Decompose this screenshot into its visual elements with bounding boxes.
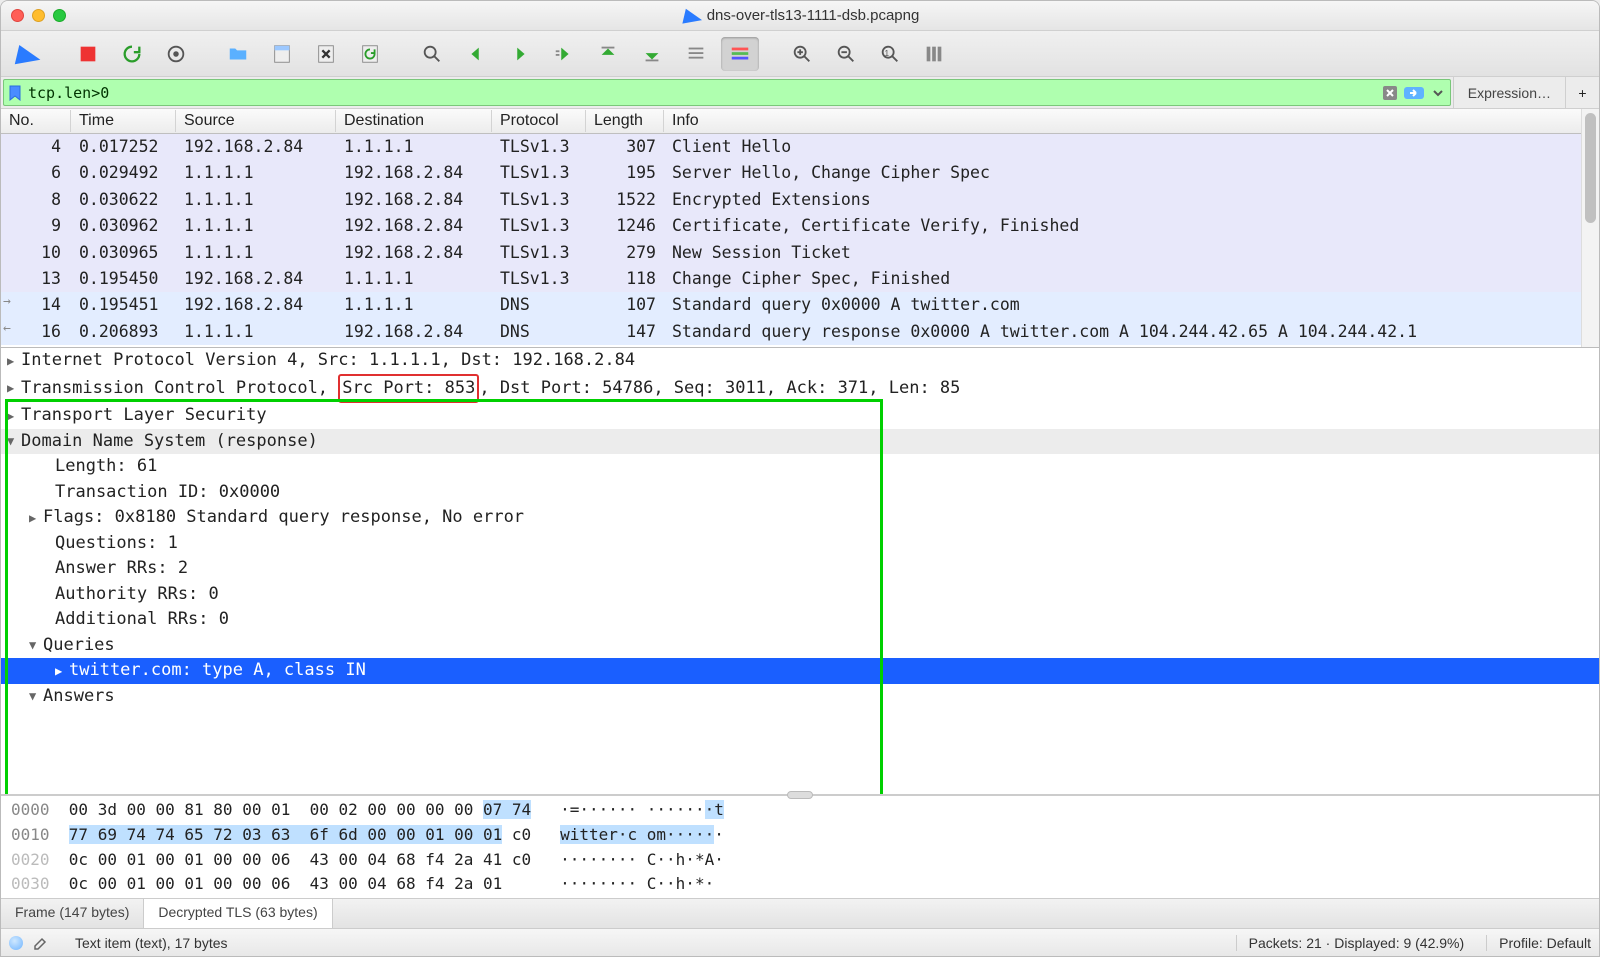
clear-filter-icon[interactable] xyxy=(1378,81,1402,105)
packet-bytes-pane[interactable]: 0000 00 3d 00 00 81 80 00 01 00 02 00 00… xyxy=(1,794,1599,898)
detail-dns-answers[interactable]: ▼Answers xyxy=(1,684,1599,710)
reload-file-icon[interactable] xyxy=(351,37,389,71)
detail-tcp[interactable]: ▶Transmission Control Protocol, Src Port… xyxy=(1,374,1599,404)
packet-list-scrollbar[interactable] xyxy=(1581,109,1599,347)
go-back-icon[interactable] xyxy=(457,37,495,71)
packet-row[interactable]: 100.0309651.1.1.1192.168.2.84TLSv1.3279N… xyxy=(1,240,1581,266)
packet-list-body[interactable]: 40.017252192.168.2.841.1.1.1TLSv1.3307Cl… xyxy=(1,134,1581,345)
hex-row[interactable]: 0010 77 69 74 74 65 72 03 63 6f 6d 00 00… xyxy=(11,823,1591,848)
detail-dns-length[interactable]: Length: 61 xyxy=(1,454,1599,480)
packet-row[interactable]: 40.017252192.168.2.841.1.1.1TLSv1.3307Cl… xyxy=(1,134,1581,160)
expression-button[interactable]: Expression… xyxy=(1453,77,1565,108)
display-filter-input[interactable] xyxy=(26,83,1378,103)
close-file-icon[interactable] xyxy=(307,37,345,71)
col-header-no[interactable]: No. xyxy=(1,110,71,132)
zoom-out-icon[interactable] xyxy=(827,37,865,71)
window-title: dns-over-tls13-1111-dsb.pcapng xyxy=(1,7,1599,24)
restart-capture-icon[interactable] xyxy=(113,37,151,71)
wireshark-fin-icon xyxy=(680,6,702,23)
go-last-packet-icon[interactable] xyxy=(633,37,671,71)
titlebar: dns-over-tls13-1111-dsb.pcapng xyxy=(1,1,1599,31)
col-header-source[interactable]: Source xyxy=(176,110,336,132)
bytes-tabs: Frame (147 bytes) Decrypted TLS (63 byte… xyxy=(1,898,1599,928)
go-first-packet-icon[interactable] xyxy=(589,37,627,71)
display-filter-field[interactable] xyxy=(3,79,1451,106)
zoom-in-icon[interactable] xyxy=(783,37,821,71)
detail-dns-questions[interactable]: Questions: 1 xyxy=(1,531,1599,557)
detail-tls[interactable]: ▶Transport Layer Security xyxy=(1,403,1599,429)
colorize-icon[interactable] xyxy=(721,37,759,71)
packet-row[interactable]: 130.195450192.168.2.841.1.1.1TLSv1.3118C… xyxy=(1,266,1581,292)
detail-dns-query-item[interactable]: ▶twitter.com: type A, class IN xyxy=(1,658,1599,684)
title-text: dns-over-tls13-1111-dsb.pcapng xyxy=(707,7,920,24)
col-header-length[interactable]: Length xyxy=(586,110,664,132)
packet-row[interactable]: 60.0294921.1.1.1192.168.2.84TLSv1.3195Se… xyxy=(1,160,1581,186)
status-selected-item: Text item (text), 17 bytes xyxy=(59,935,1226,951)
col-header-info[interactable]: Info xyxy=(664,110,1581,132)
open-file-icon[interactable] xyxy=(219,37,257,71)
detail-dns-answer-rrs[interactable]: Answer RRs: 2 xyxy=(1,556,1599,582)
auto-scroll-icon[interactable] xyxy=(677,37,715,71)
detail-dns-authority-rrs[interactable]: Authority RRs: 0 xyxy=(1,582,1599,608)
packet-row[interactable]: 80.0306221.1.1.1192.168.2.84TLSv1.31522E… xyxy=(1,187,1581,213)
packet-row[interactable]: 90.0309621.1.1.1192.168.2.84TLSv1.31246C… xyxy=(1,213,1581,239)
packet-row[interactable]: →140.195451192.168.2.841.1.1.1DNS107Stan… xyxy=(1,292,1581,318)
go-to-packet-icon[interactable] xyxy=(545,37,583,71)
detail-dns-flags[interactable]: ▶Flags: 0x8180 Standard query response, … xyxy=(1,505,1599,531)
hex-row[interactable]: 0000 00 3d 00 00 81 80 00 01 00 02 00 00… xyxy=(11,798,1591,823)
tab-decrypted-tls[interactable]: Decrypted TLS (63 bytes) xyxy=(144,899,332,928)
packet-list-header[interactable]: No. Time Source Destination Protocol Len… xyxy=(1,109,1581,134)
detail-ipv4[interactable]: ▶Internet Protocol Version 4, Src: 1.1.1… xyxy=(1,348,1599,374)
detail-dns-tid[interactable]: Transaction ID: 0x0000 xyxy=(1,480,1599,506)
packet-row[interactable]: ←160.2068931.1.1.1192.168.2.84DNS147Stan… xyxy=(1,319,1581,345)
main-toolbar: 1 xyxy=(1,31,1599,77)
zoom-reset-icon[interactable]: 1 xyxy=(871,37,909,71)
display-filter-bar: Expression… + xyxy=(1,77,1599,109)
expert-info-icon[interactable] xyxy=(9,936,23,950)
pane-resize-handle[interactable] xyxy=(787,791,813,799)
col-header-time[interactable]: Time xyxy=(71,110,176,132)
src-port-highlight: Src Port: 853 xyxy=(338,374,479,404)
hex-row[interactable]: 0030 0c 00 01 00 01 00 00 06 43 00 04 68… xyxy=(11,872,1591,897)
wireshark-logo-icon[interactable] xyxy=(7,37,45,71)
capture-options-icon[interactable] xyxy=(157,37,195,71)
save-file-icon[interactable] xyxy=(263,37,301,71)
packet-details-pane[interactable]: ▶Internet Protocol Version 4, Src: 1.1.1… xyxy=(1,347,1599,794)
go-forward-icon[interactable] xyxy=(501,37,539,71)
filter-history-icon[interactable] xyxy=(1426,81,1450,105)
apply-filter-icon[interactable] xyxy=(1402,81,1426,105)
tab-frame[interactable]: Frame (147 bytes) xyxy=(1,899,144,928)
stop-capture-icon[interactable] xyxy=(69,37,107,71)
find-packet-icon[interactable] xyxy=(413,37,451,71)
col-header-protocol[interactable]: Protocol xyxy=(492,110,586,132)
edit-icon[interactable] xyxy=(33,935,49,951)
resize-columns-icon[interactable] xyxy=(915,37,953,71)
hex-row[interactable]: 0020 0c 00 01 00 01 00 00 06 43 00 04 68… xyxy=(11,848,1591,873)
detail-dns[interactable]: ▼Domain Name System (response) xyxy=(1,429,1599,455)
status-profile[interactable]: Profile: Default xyxy=(1486,935,1591,951)
wireshark-window: dns-over-tls13-1111-dsb.pcapng 1 xyxy=(0,0,1600,957)
detail-dns-additional-rrs[interactable]: Additional RRs: 0 xyxy=(1,607,1599,633)
status-bar: Text item (text), 17 bytes Packets: 21 ·… xyxy=(1,928,1599,956)
bookmark-icon xyxy=(8,85,22,101)
svg-text:1: 1 xyxy=(885,48,890,57)
col-header-destination[interactable]: Destination xyxy=(336,110,492,132)
packet-list-pane: No. Time Source Destination Protocol Len… xyxy=(1,109,1599,347)
status-packet-count: Packets: 21 · Displayed: 9 (42.9%) xyxy=(1236,935,1477,951)
detail-dns-queries[interactable]: ▼Queries xyxy=(1,633,1599,659)
add-filter-button[interactable]: + xyxy=(1565,77,1599,108)
